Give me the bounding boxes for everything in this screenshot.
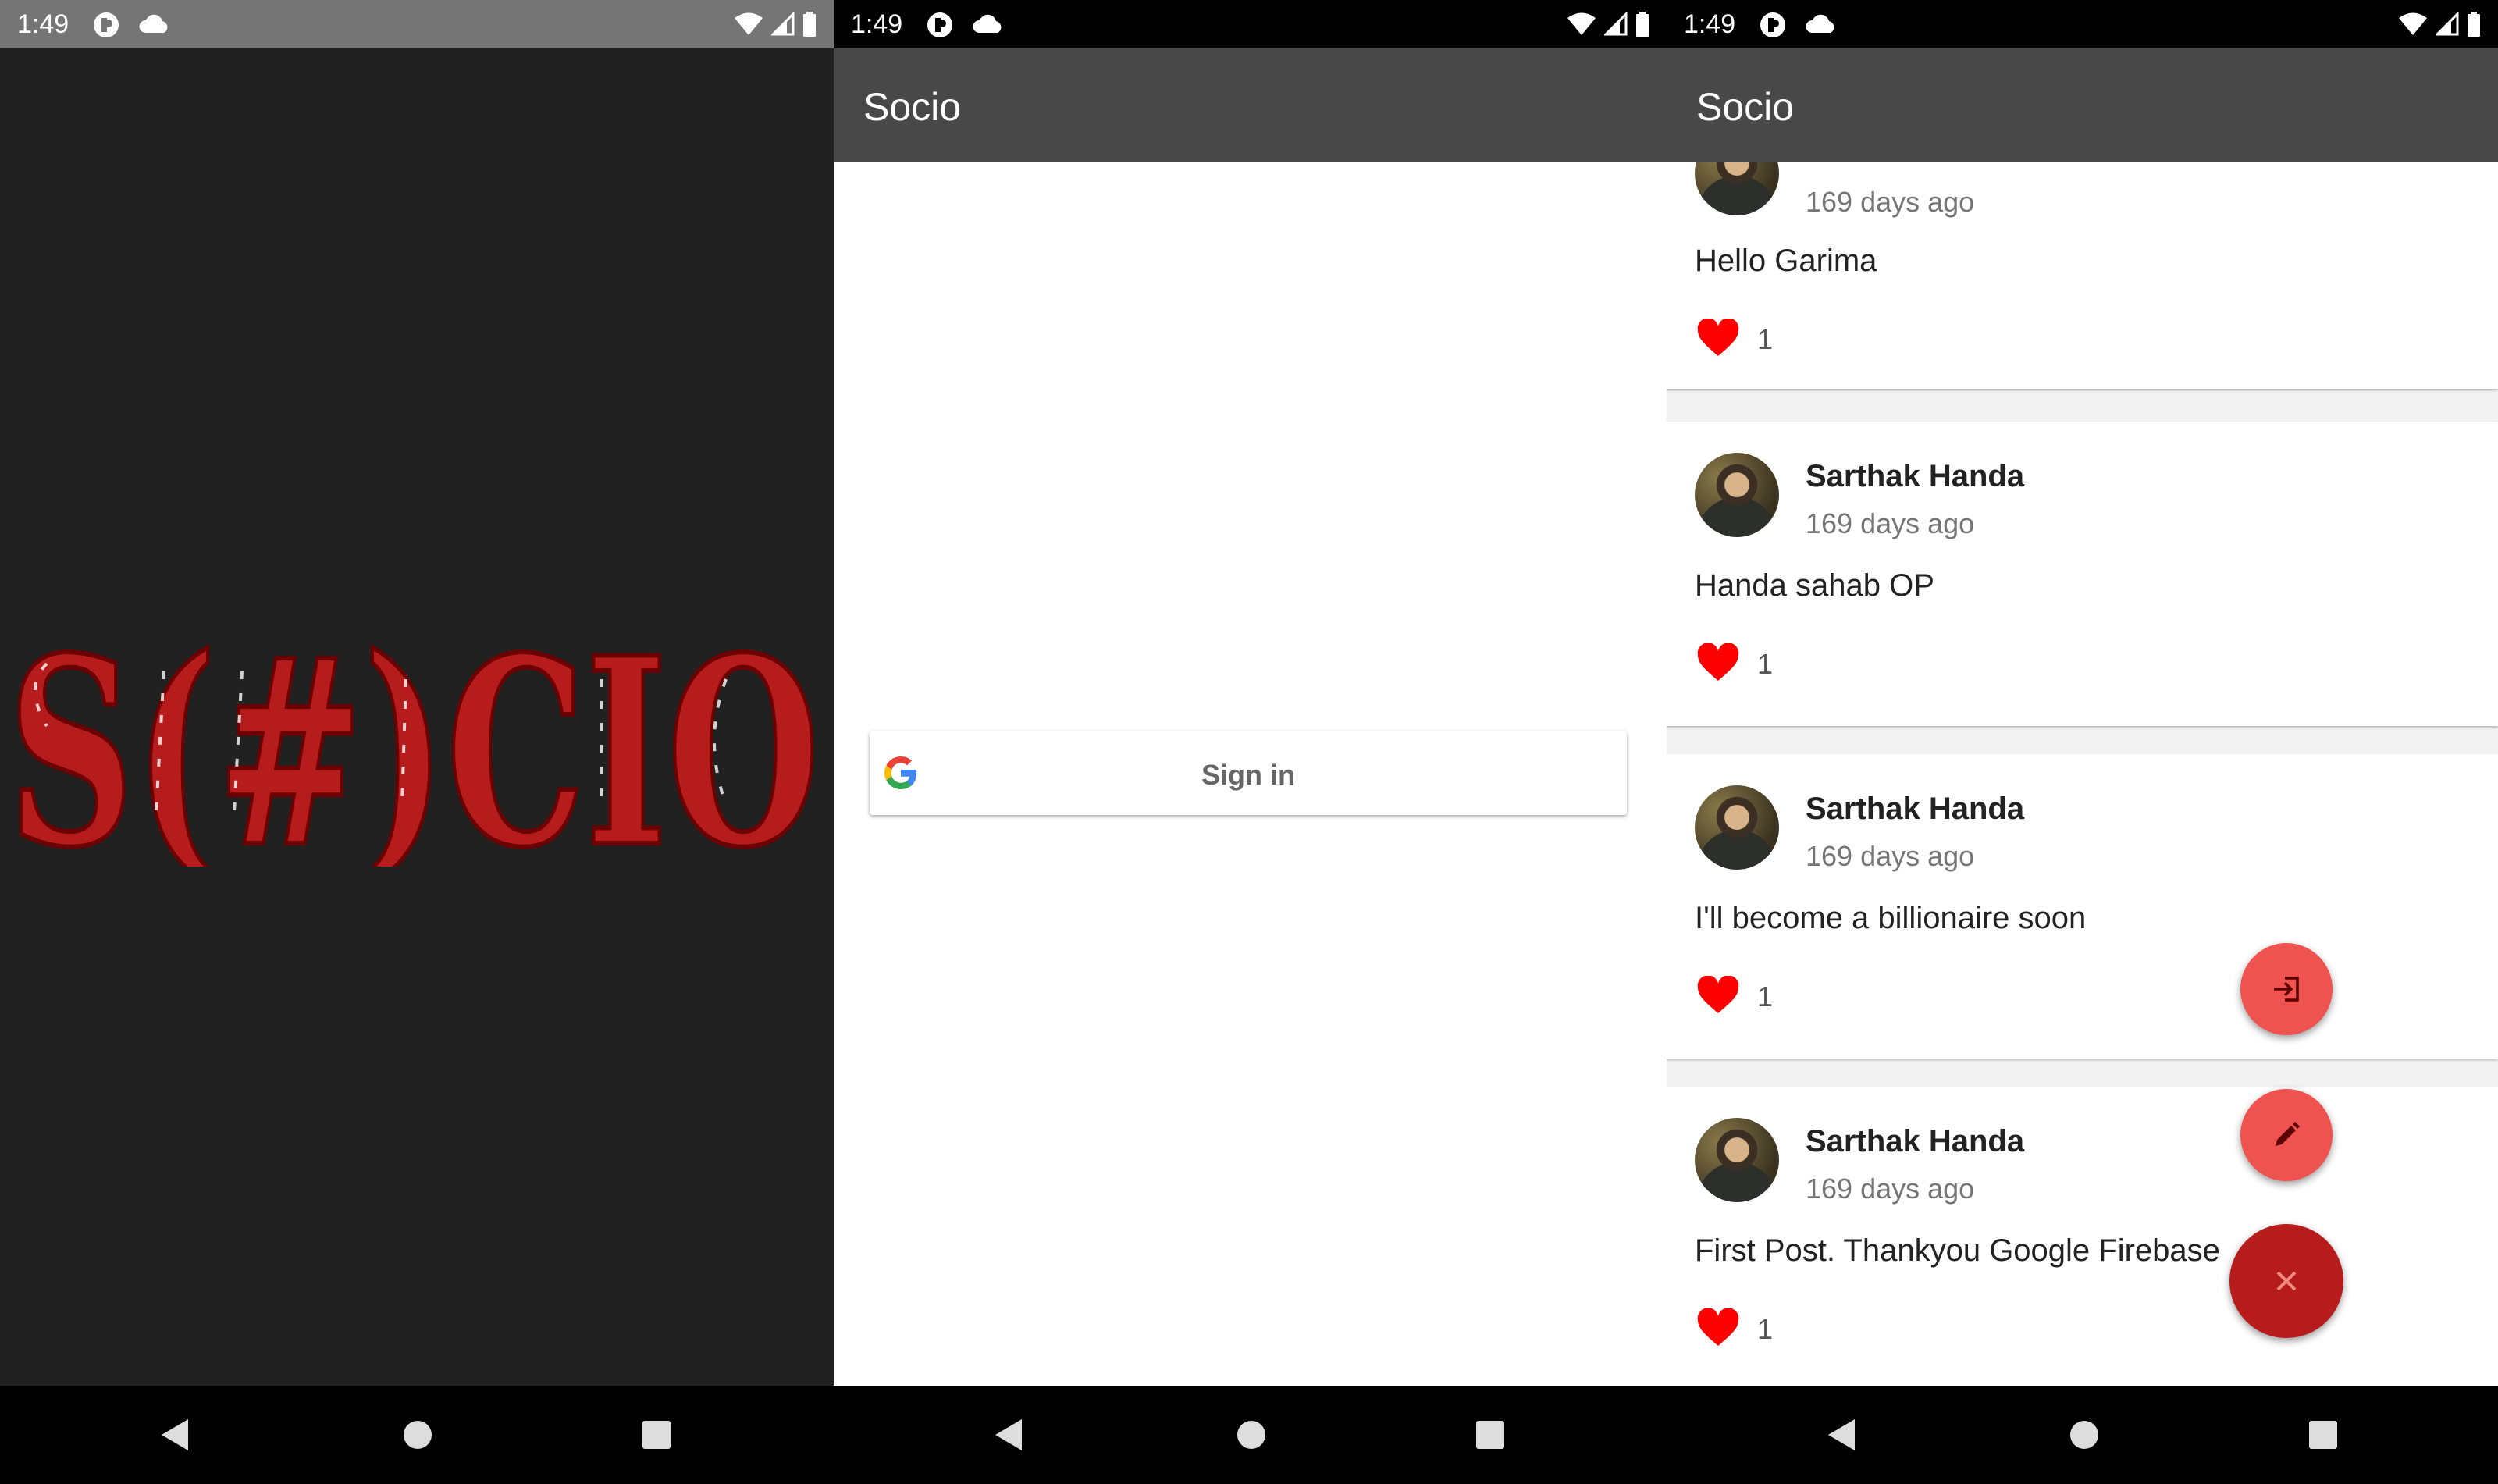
post-text: I'll become a billionaire soon bbox=[1695, 901, 2087, 935]
recents-icon bbox=[642, 1421, 671, 1449]
heart-icon[interactable] bbox=[1696, 1308, 1740, 1347]
post-time: 169 days ago bbox=[1806, 840, 1975, 872]
post-text: First Post. Thankyou Google Firebase bbox=[1695, 1233, 2220, 1268]
feed-screen: 1:49 169 days ago Hello Garima 1 Sarthak… bbox=[1667, 0, 2498, 1484]
status-time: 1:49 bbox=[1684, 9, 1736, 39]
heart-icon[interactable] bbox=[1696, 319, 1740, 358]
heart-icon[interactable] bbox=[1696, 643, 1740, 682]
back-icon bbox=[1828, 1419, 1855, 1450]
signal-icon bbox=[2436, 12, 2459, 36]
heart-icon[interactable] bbox=[1696, 976, 1740, 1015]
splash-screen: 1:49 S(#)CIO bbox=[0, 0, 834, 1484]
recents-button[interactable] bbox=[1469, 1414, 1511, 1456]
status-time: 1:49 bbox=[17, 9, 69, 39]
avatar[interactable] bbox=[1695, 453, 1779, 537]
post-feed[interactable]: 169 days ago Hello Garima 1 Sarthak Hand… bbox=[1667, 162, 2498, 1386]
post-time: 169 days ago bbox=[1806, 186, 1975, 218]
post-card[interactable]: Sarthak Handa 169 days ago Handa sahab O… bbox=[1667, 422, 2498, 726]
status-bar: 1:49 bbox=[834, 0, 1667, 48]
edit-fab[interactable] bbox=[2240, 1089, 2333, 1181]
avatar[interactable] bbox=[1695, 785, 1779, 870]
home-button[interactable] bbox=[1230, 1414, 1272, 1456]
home-button[interactable] bbox=[397, 1414, 439, 1456]
post-time: 169 days ago bbox=[1806, 507, 1975, 539]
avatar[interactable] bbox=[1695, 1118, 1779, 1202]
wifi-icon bbox=[2399, 12, 2427, 35]
back-button[interactable] bbox=[987, 1414, 1029, 1456]
home-icon bbox=[404, 1421, 432, 1449]
status-time: 1:49 bbox=[851, 9, 903, 39]
app-bar: Socio bbox=[1667, 48, 2498, 162]
status-icons bbox=[2398, 9, 2481, 39]
status-icons bbox=[734, 9, 817, 39]
post-text: Handa sahab OP bbox=[1695, 568, 1934, 603]
close-icon bbox=[2276, 1271, 2297, 1291]
back-button[interactable] bbox=[153, 1414, 195, 1456]
navigation-bar bbox=[0, 1386, 834, 1484]
home-button[interactable] bbox=[2063, 1414, 2105, 1456]
signal-icon bbox=[1604, 12, 1628, 36]
post-author[interactable]: Sarthak Handa bbox=[1806, 792, 2024, 827]
svg-text:S(#)CIO: S(#)CIO bbox=[8, 617, 820, 867]
app-title: Socio bbox=[1696, 85, 1795, 129]
back-icon bbox=[995, 1419, 1022, 1450]
avatar[interactable] bbox=[1695, 162, 1779, 215]
back-button[interactable] bbox=[1820, 1414, 1862, 1456]
login-fab[interactable] bbox=[2240, 943, 2333, 1035]
status-bar: 1:49 bbox=[0, 0, 834, 48]
login-icon bbox=[2274, 977, 2299, 1002]
post-time: 169 days ago bbox=[1806, 1173, 1975, 1205]
notification-app-icon bbox=[94, 12, 119, 37]
battery-icon bbox=[1636, 12, 1649, 37]
recents-icon bbox=[1476, 1421, 1504, 1449]
close-fab[interactable] bbox=[2229, 1224, 2343, 1338]
socio-logo: S(#)CIO bbox=[0, 599, 834, 906]
post-card[interactable]: 169 days ago Hello Garima 1 bbox=[1667, 162, 2498, 389]
like-count: 1 bbox=[1757, 1313, 1774, 1345]
navigation-bar bbox=[834, 1386, 1667, 1484]
battery-icon bbox=[2468, 12, 2480, 37]
like-count: 1 bbox=[1757, 648, 1774, 680]
notification-app-icon bbox=[927, 12, 952, 37]
like-count: 1 bbox=[1757, 980, 1774, 1012]
post-text: Hello Garima bbox=[1695, 244, 1877, 278]
post-card[interactable]: Sarthak Handa 169 days ago I'll become a… bbox=[1667, 754, 2498, 1059]
signin-screen: 1:49 Socio Sign in bbox=[834, 0, 1667, 1484]
battery-icon bbox=[803, 12, 816, 37]
cloud-icon bbox=[973, 14, 1002, 33]
app-bar: Socio bbox=[834, 48, 1667, 162]
recents-button[interactable] bbox=[635, 1414, 678, 1456]
post-card[interactable]: Sarthak Handa 169 days ago First Post. T… bbox=[1667, 1087, 2498, 1386]
back-icon bbox=[162, 1419, 188, 1450]
status-icons bbox=[1567, 9, 1649, 39]
wifi-icon bbox=[735, 12, 763, 35]
recents-button[interactable] bbox=[2302, 1414, 2344, 1456]
post-author[interactable]: Sarthak Handa bbox=[1806, 1124, 2024, 1159]
wifi-icon bbox=[1567, 12, 1596, 35]
signin-label: Sign in bbox=[1201, 759, 1295, 791]
recents-icon bbox=[2309, 1421, 2337, 1449]
home-icon bbox=[2070, 1421, 2098, 1449]
signal-icon bbox=[771, 12, 795, 36]
cloud-icon bbox=[139, 14, 168, 33]
navigation-bar bbox=[1667, 1386, 2498, 1484]
cloud-icon bbox=[1806, 14, 1834, 33]
notification-app-icon bbox=[1760, 12, 1785, 37]
pencil-icon bbox=[2276, 1122, 2300, 1146]
post-author[interactable]: Sarthak Handa bbox=[1806, 459, 2024, 494]
socio-logo-graphic: S(#)CIO bbox=[5, 599, 822, 906]
like-count: 1 bbox=[1757, 323, 1774, 355]
google-signin-button[interactable]: Sign in bbox=[870, 731, 1627, 815]
app-title: Socio bbox=[863, 85, 962, 129]
home-icon bbox=[1237, 1421, 1265, 1449]
status-bar: 1:49 bbox=[1667, 0, 2498, 48]
